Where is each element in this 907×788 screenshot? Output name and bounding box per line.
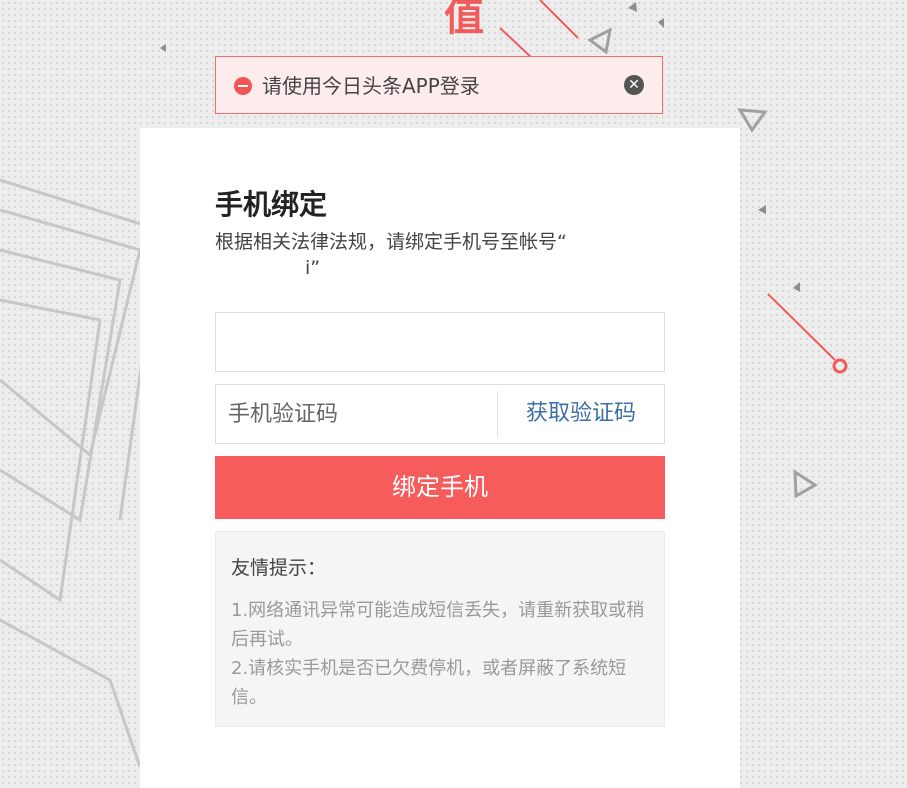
alert-banner: 请使用今日头条APP登录 ✕ (215, 56, 663, 114)
alert-message: 请使用今日头条APP登录 (262, 74, 480, 98)
bind-phone-button[interactable]: 绑定手机 (215, 456, 665, 519)
code-field-group: 获取验证码 (215, 384, 665, 444)
subtitle-fragment: i” (305, 257, 321, 279)
verification-code-input[interactable] (216, 385, 496, 443)
phone-input[interactable] (215, 312, 665, 372)
background-chevrons (0, 178, 162, 767)
account-name-mask (215, 259, 305, 278)
minus-circle-icon (234, 77, 252, 95)
subtitle-text: 根据相关法律法规，请绑定手机号至帐号“ (215, 231, 567, 253)
page-title: 手机绑定 (215, 188, 328, 221)
close-icon[interactable]: ✕ (624, 75, 644, 95)
tips-title: 友情提示： (231, 557, 327, 579)
tips-line-1: 1.网络通讯异常可能造成短信丢失，请重新获取或稍后再试。 (231, 600, 645, 650)
tips-line-2: 2.请核实手机是否已欠费停机，或者屏蔽了系统短信。 (231, 658, 627, 708)
get-code-button[interactable]: 获取验证码 (498, 385, 664, 443)
page-subtitle: 根据相关法律法规，请绑定手机号至帐号“ i” (215, 229, 625, 281)
tips-box: 友情提示： 1.网络通讯异常可能造成短信丢失，请重新获取或稍后再试。 2.请核实… (215, 531, 665, 727)
background-headline-fragment: 值 (444, 0, 484, 40)
